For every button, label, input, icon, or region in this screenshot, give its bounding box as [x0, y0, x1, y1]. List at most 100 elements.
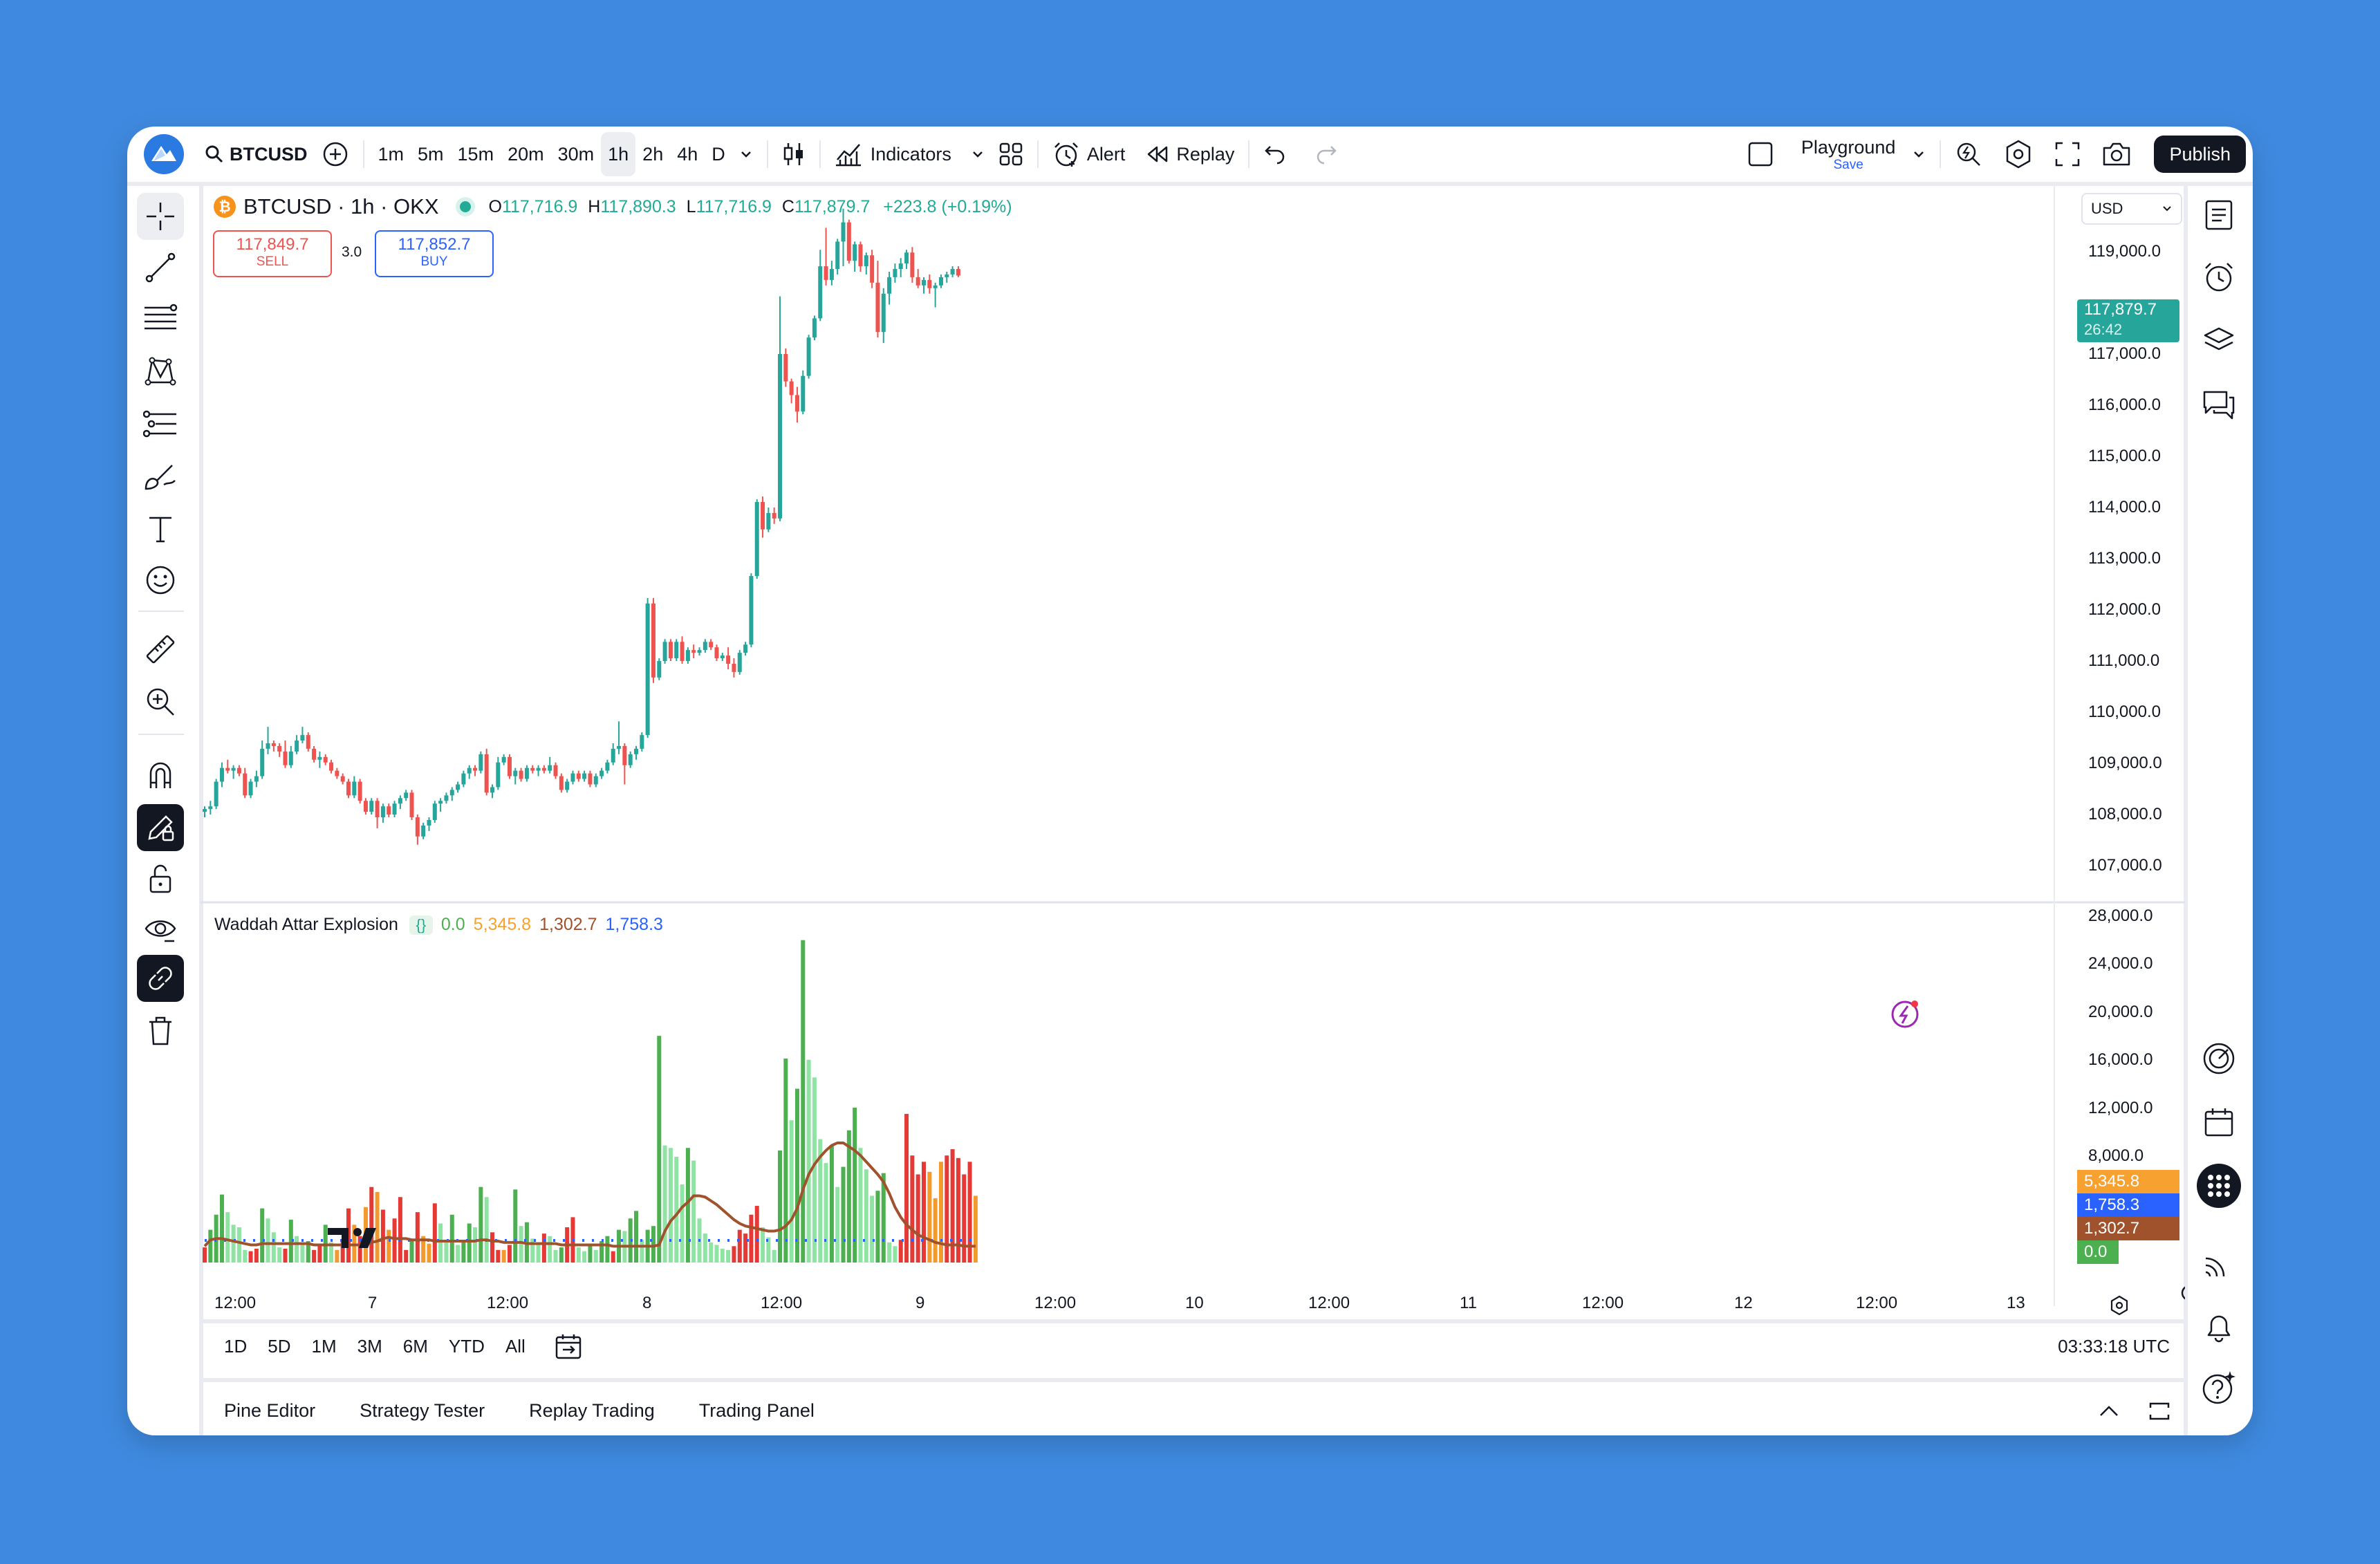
help-question-icon[interactable]: [2197, 1366, 2241, 1410]
ruler-measure-icon[interactable]: [137, 626, 184, 673]
interval-d[interactable]: D: [705, 132, 732, 176]
watchlist-icon[interactable]: [2197, 193, 2241, 237]
settings-gear-icon[interactable]: [1996, 132, 2040, 176]
chevron-up-icon[interactable]: [2098, 1404, 2120, 1418]
indicator-bar: [680, 1184, 685, 1263]
buy-price: 117,852.7: [398, 235, 471, 254]
high-value: 117,890.3: [600, 196, 676, 216]
buy-button[interactable]: 117,852.7 BUY: [375, 230, 494, 277]
separator: [819, 140, 821, 168]
range-all[interactable]: All: [505, 1336, 526, 1357]
zoom-in-icon[interactable]: [137, 678, 184, 725]
tab-trading-panel[interactable]: Trading Panel: [699, 1400, 815, 1422]
time-axis-gear-icon[interactable]: [2109, 1295, 2130, 1316]
crosshair-cursor-icon[interactable]: [137, 193, 184, 240]
chats-icon[interactable]: [2197, 382, 2241, 427]
interval-4h[interactable]: 4h: [670, 132, 705, 176]
sell-button[interactable]: 117,849.7 SELL: [213, 230, 332, 277]
lightning-signal-icon[interactable]: [1891, 1000, 1919, 1028]
stay-in-drawing-mode-icon[interactable]: [137, 804, 184, 851]
indicator-bar: [248, 1251, 253, 1263]
candle-body: [260, 748, 265, 776]
news-stream-icon[interactable]: [2197, 1241, 2241, 1285]
alert-button[interactable]: Alert: [1045, 132, 1133, 176]
price-tick: 113,000.0: [2088, 549, 2161, 568]
compare-add-button[interactable]: [315, 132, 356, 176]
alerts-clock-icon[interactable]: [2197, 255, 2241, 299]
hotlists-target-icon[interactable]: [2197, 1036, 2241, 1081]
brush-icon[interactable]: [137, 453, 184, 500]
replay-button[interactable]: Replay: [1139, 132, 1241, 176]
calendar-icon[interactable]: [2197, 1100, 2241, 1144]
indicators-button[interactable]: Indicators: [828, 132, 992, 176]
notifications-bell-icon[interactable]: [2197, 1305, 2241, 1349]
range-1m[interactable]: 1M: [312, 1336, 337, 1357]
interval-dropdown-chevron-icon[interactable]: [732, 132, 760, 176]
candle-body: [812, 318, 817, 338]
low-value: 117,716.9: [696, 196, 772, 216]
quick-search-icon[interactable]: [1948, 132, 1989, 176]
symbol-title[interactable]: BTCUSD · 1h · OKX: [243, 194, 439, 219]
chart-canvas[interactable]: [201, 186, 2185, 1306]
high-label: H: [588, 196, 601, 216]
interval-1h[interactable]: 1h: [601, 132, 636, 176]
time-axis-settings-icon[interactable]: [2181, 1286, 2185, 1306]
maximize-panel-icon[interactable]: [2148, 1401, 2171, 1422]
currency-select[interactable]: USD: [2081, 193, 2182, 225]
products-apps-icon[interactable]: [2197, 1164, 2241, 1208]
indicator-bar: [761, 1227, 765, 1263]
interval-2h[interactable]: 2h: [635, 132, 670, 176]
range-6m[interactable]: 6M: [403, 1336, 428, 1357]
candle-style-icon[interactable]: [775, 132, 812, 176]
lock-drawings-icon[interactable]: [137, 855, 184, 902]
fullscreen-icon[interactable]: [2047, 132, 2088, 176]
interval-20m[interactable]: 20m: [501, 132, 551, 176]
layout-save-button[interactable]: Playground Save: [1740, 132, 1933, 176]
trash-icon[interactable]: [137, 1007, 184, 1054]
separator: [1940, 140, 1942, 168]
tab-pine-editor[interactable]: Pine Editor: [224, 1400, 315, 1422]
hide-drawings-eye-icon[interactable]: [137, 905, 184, 952]
redo-icon[interactable]: [1308, 132, 1345, 176]
range-ytd[interactable]: YTD: [449, 1336, 485, 1357]
open-value: 117,716.9: [501, 196, 578, 216]
indicator-tag-green: 0.0: [2077, 1240, 2119, 1264]
source-code-icon[interactable]: {}: [409, 915, 433, 935]
interval-15m[interactable]: 15m: [451, 132, 501, 176]
candle-body: [478, 754, 483, 771]
symbol-search-button[interactable]: BTCUSD: [198, 132, 315, 176]
indicator-bar: [737, 1229, 742, 1263]
indicator-legend[interactable]: Waddah Attar Explosion {} 0.0 5,345.8 1,…: [214, 915, 663, 935]
camera-icon[interactable]: [2094, 132, 2139, 176]
trend-line-icon[interactable]: [137, 244, 184, 291]
magnet-icon[interactable]: [137, 752, 184, 799]
go-to-date-calendar-icon[interactable]: [555, 1332, 582, 1360]
indicator-bar: [651, 1226, 656, 1263]
text-tool-icon[interactable]: [137, 505, 184, 552]
publish-button[interactable]: Publish: [2154, 136, 2246, 173]
price-tick: 108,000.0: [2088, 805, 2162, 823]
interval-5m[interactable]: 5m: [411, 132, 451, 176]
object-tree-layers-icon[interactable]: [2197, 319, 2241, 363]
pattern-xabcd-icon[interactable]: [137, 348, 184, 395]
logo-icon[interactable]: [137, 132, 191, 176]
utc-clock[interactable]: 03:33:18 UTC: [2058, 1336, 2170, 1357]
tab-replay-trading[interactable]: Replay Trading: [529, 1400, 655, 1422]
tab-strategy-tester[interactable]: Strategy Tester: [360, 1400, 485, 1422]
sync-drawings-link-icon[interactable]: [137, 955, 184, 1002]
candle-body: [588, 773, 593, 785]
range-1d[interactable]: 1D: [224, 1336, 247, 1357]
alert-label: Alert: [1086, 143, 1126, 165]
emoji-icon[interactable]: [137, 557, 184, 604]
interval-30m[interactable]: 30m: [551, 132, 602, 176]
candle-body: [605, 762, 610, 771]
indicator-bar: [271, 1232, 276, 1263]
range-5d[interactable]: 5D: [268, 1336, 290, 1357]
interval-1m[interactable]: 1m: [371, 132, 411, 176]
fib-retracement-icon[interactable]: [137, 295, 184, 342]
range-3m[interactable]: 3M: [357, 1336, 382, 1357]
undo-icon[interactable]: [1256, 132, 1294, 176]
layouts-grid-icon[interactable]: [992, 132, 1030, 176]
forecast-prediction-icon[interactable]: [137, 400, 184, 447]
indicator-bar: [283, 1248, 288, 1263]
